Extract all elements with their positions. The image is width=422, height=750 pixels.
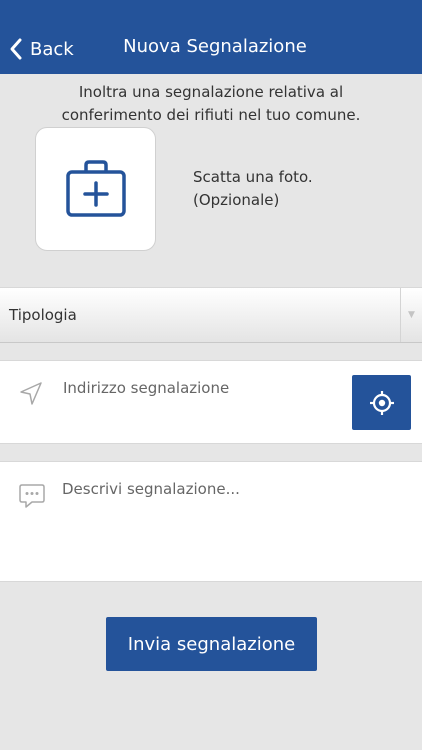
navigation-arrow-icon (20, 382, 42, 405)
description-textarea[interactable] (62, 480, 402, 570)
intro-text: Inoltra una segnalazione relativa al con… (0, 81, 422, 127)
photo-hint-line-2: (Opzionale) (193, 191, 280, 209)
dropdown-arrow-icon: ▼ (400, 288, 422, 342)
tipologia-selected-value: Tipologia (9, 306, 77, 324)
photo-hint-line-1: Scatta una foto. (193, 168, 313, 186)
tipologia-select[interactable]: Tipologia ▼ (0, 287, 422, 343)
intro-line-2: conferimento dei rifiuti nel tuo comune. (61, 106, 361, 124)
navigation-bar: Back Nuova Segnalazione (0, 0, 422, 74)
chat-bubble-icon (19, 484, 45, 508)
address-input[interactable] (63, 379, 343, 397)
locate-button[interactable] (352, 375, 411, 430)
page-title: Nuova Segnalazione (123, 36, 307, 57)
address-field-card (0, 360, 422, 444)
photo-hint: Scatta una foto. (Opzionale) (193, 166, 313, 212)
description-field-card (0, 461, 422, 582)
add-photo-button[interactable] (35, 127, 156, 251)
submit-button[interactable]: Invia segnalazione (106, 617, 317, 671)
camera-plus-icon (65, 160, 126, 217)
intro-line-1: Inoltra una segnalazione relativa al (78, 83, 344, 101)
locate-crosshair-icon (369, 390, 394, 415)
